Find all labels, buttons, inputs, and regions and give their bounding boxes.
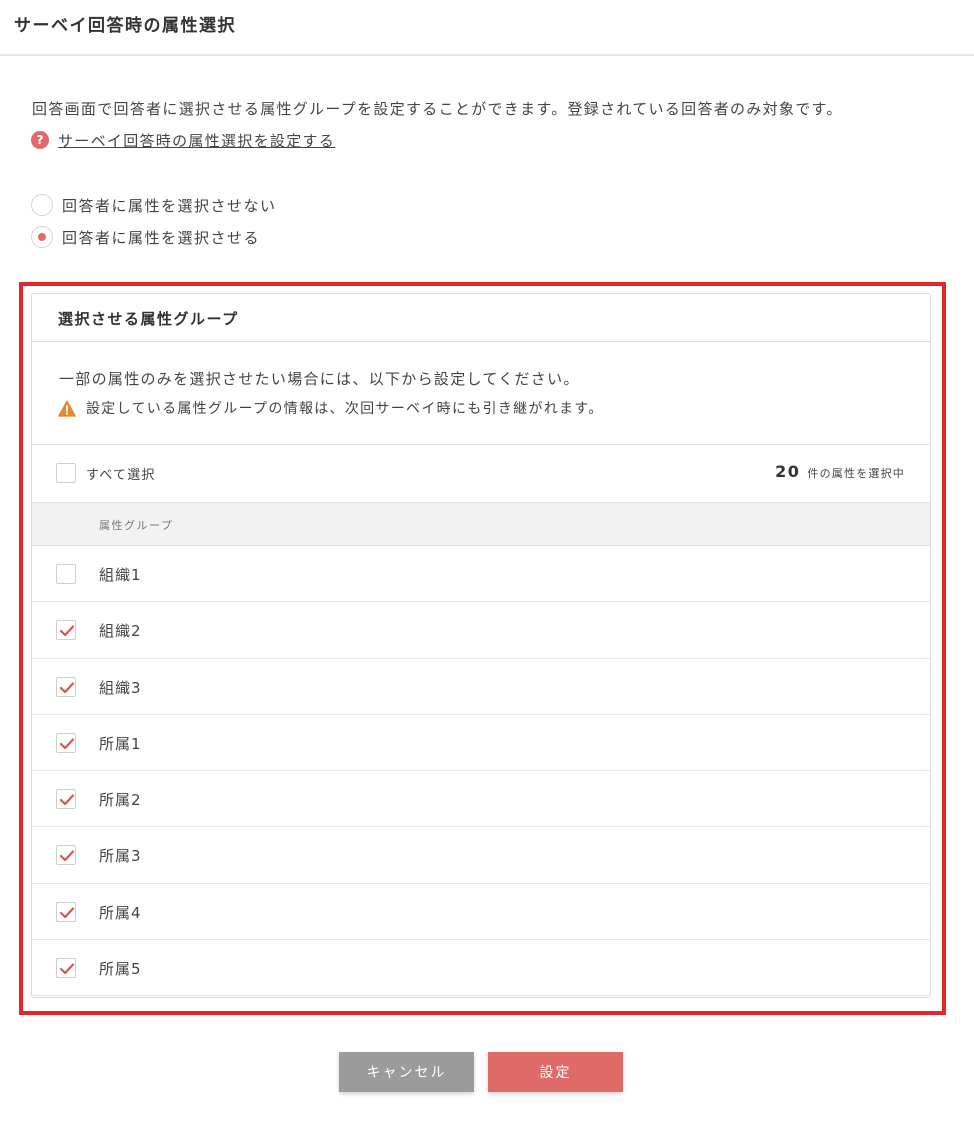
radio-button-selected[interactable] (31, 226, 53, 248)
check-icon (59, 963, 75, 975)
attribute-group-row[interactable]: 組織1 (32, 546, 930, 603)
question-circle-icon[interactable]: ? (31, 131, 49, 149)
select-all-row: すべて選択 20 件の属性を選択中 (32, 444, 930, 502)
help-link[interactable]: サーベイ回答時の属性選択を設定する (58, 130, 335, 151)
attribute-group-row[interactable]: 所属3 (32, 827, 930, 884)
attribute-group-label: 所属1 (99, 734, 142, 753)
cancel-button[interactable]: キャンセル (339, 1052, 474, 1092)
attribute-group-list: 組織1 組織2 組織3 所属1 所属2 所属3 所属4 所属5 (32, 546, 930, 997)
attribute-group-label: 所属3 (99, 847, 142, 866)
panel-header: 選択させる属性グループ (32, 294, 930, 342)
check-icon (59, 794, 75, 806)
row-checkbox[interactable] (56, 958, 76, 979)
row-checkbox[interactable] (56, 901, 76, 922)
attribute-group-label: 組織1 (99, 566, 142, 584)
check-icon (59, 738, 75, 749)
warning-text: 設定している属性グループの情報は、次回サーベイ時にも引き継がれます。 (86, 401, 604, 417)
row-checkbox[interactable] (56, 564, 76, 584)
radio-label: 回答者に属性を選択させる (62, 228, 261, 247)
row-checkbox[interactable] (56, 676, 76, 697)
row-checkbox[interactable] (56, 732, 76, 753)
attribute-group-label: 組織2 (99, 622, 142, 641)
attribute-group-label: 所属2 (99, 791, 142, 810)
attribute-group-panel: 選択させる属性グループ 一部の属性のみを選択させたい場合には、以下から設定してく… (31, 293, 931, 998)
page-header: サーベイ回答時の属性選択 (0, 0, 974, 56)
select-all-label[interactable]: すべて選択 (86, 464, 156, 483)
radio-select-attribute[interactable]: 回答者に属性を選択させる (31, 226, 260, 248)
check-icon (59, 625, 75, 637)
check-icon (59, 681, 75, 693)
radio-label: 回答者に属性を選択させない (62, 196, 277, 215)
attribute-group-row[interactable]: 所属5 (32, 940, 930, 997)
table-header: 属性グループ (32, 502, 930, 546)
check-icon (59, 850, 75, 862)
intro-text: 回答画面で回答者に選択させる属性グループを設定することができます。登録されている… (32, 100, 843, 118)
radio-button[interactable] (31, 194, 53, 216)
selected-count-number: 20 (775, 462, 801, 481)
help-row[interactable]: ? サーベイ回答時の属性選択を設定する (31, 129, 335, 151)
row-checkbox[interactable] (56, 845, 76, 866)
panel-info-text: 一部の属性のみを選択させたい場合には、以下から設定してください。 (59, 370, 580, 388)
selected-count-suffix: 件の属性を選択中 (807, 467, 905, 480)
attribute-group-row[interactable]: 組織2 (32, 602, 930, 659)
column-header-attribute-group: 属性グループ (99, 519, 174, 532)
row-checkbox[interactable] (56, 620, 76, 641)
attribute-group-row[interactable]: 所属2 (32, 771, 930, 828)
attribute-group-row[interactable]: 所属4 (32, 884, 930, 941)
attribute-group-row[interactable]: 組織3 (32, 659, 930, 715)
selected-count: 20 件の属性を選択中 (775, 462, 905, 481)
save-button[interactable]: 設定 (488, 1052, 623, 1092)
radio-no-attribute[interactable]: 回答者に属性を選択させない (31, 194, 277, 216)
attribute-group-row[interactable]: 所属1 (32, 715, 930, 772)
warning-triangle-icon (58, 399, 76, 417)
attribute-group-label: 組織3 (99, 678, 142, 697)
panel-title: 選択させる属性グループ (58, 310, 239, 328)
panel-warning: 設定している属性グループの情報は、次回サーベイ時にも引き継がれます。 (58, 398, 604, 418)
attribute-group-label: 所属5 (99, 960, 142, 979)
check-icon (59, 907, 75, 918)
page-title: サーベイ回答時の属性選択 (14, 16, 236, 36)
attribute-group-label: 所属4 (99, 903, 142, 922)
select-all-checkbox[interactable] (56, 463, 76, 483)
row-checkbox[interactable] (56, 789, 76, 810)
